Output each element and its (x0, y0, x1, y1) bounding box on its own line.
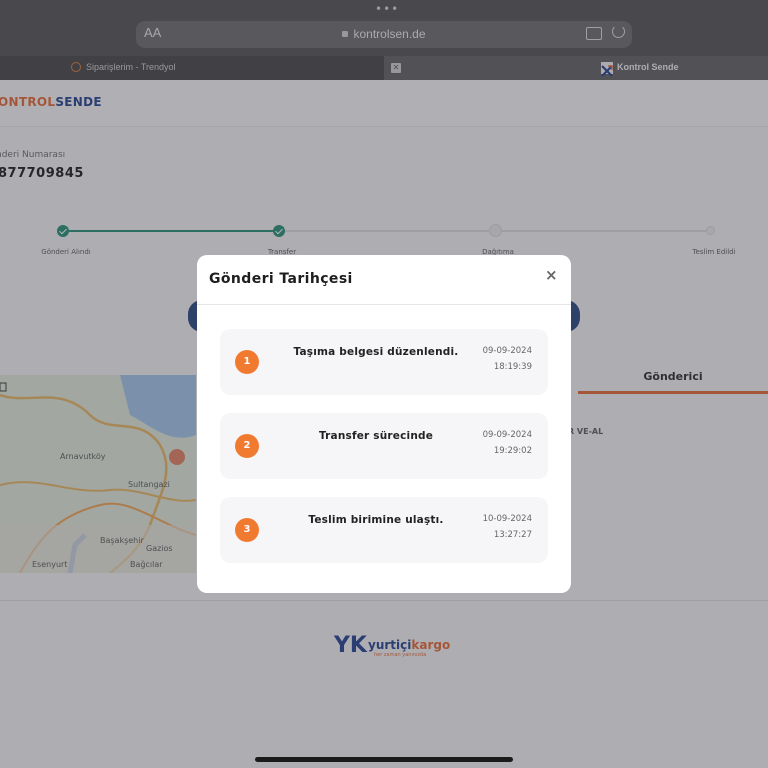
event-time: 13:27:27 (493, 530, 532, 540)
event-title: Taşıma belgesi düzenlendi. (293, 346, 459, 358)
shipment-history-modal: Gönderi Tarihçesi × 1 Taşıma belgesi düz… (197, 255, 571, 593)
event-time: 18:19:39 (493, 362, 532, 372)
history-event-card: 1 Taşıma belgesi düzenlendi. 09-09-2024 … (220, 329, 548, 395)
close-icon[interactable]: × (545, 266, 558, 284)
event-index-badge: 3 (235, 518, 259, 542)
event-date: 09-09-2024 (482, 346, 532, 356)
modal-title: Gönderi Tarihçesi (209, 271, 353, 287)
event-index-badge: 1 (235, 350, 259, 374)
event-index-badge: 2 (235, 434, 259, 458)
event-title: Transfer sürecinde (318, 430, 434, 442)
event-title: Teslim birimine ulaştı. (308, 514, 444, 526)
event-date: 09-09-2024 (482, 430, 532, 440)
event-time: 19:29:02 (493, 446, 532, 456)
home-indicator[interactable] (255, 757, 513, 762)
modal-header: Gönderi Tarihçesi × (197, 255, 571, 305)
history-event-card: 2 Transfer sürecinde 09-09-2024 19:29:02 (220, 413, 548, 479)
event-date: 10-09-2024 (482, 514, 532, 524)
history-event-card: 3 Teslim birimine ulaştı. 10-09-2024 13:… (220, 497, 548, 563)
